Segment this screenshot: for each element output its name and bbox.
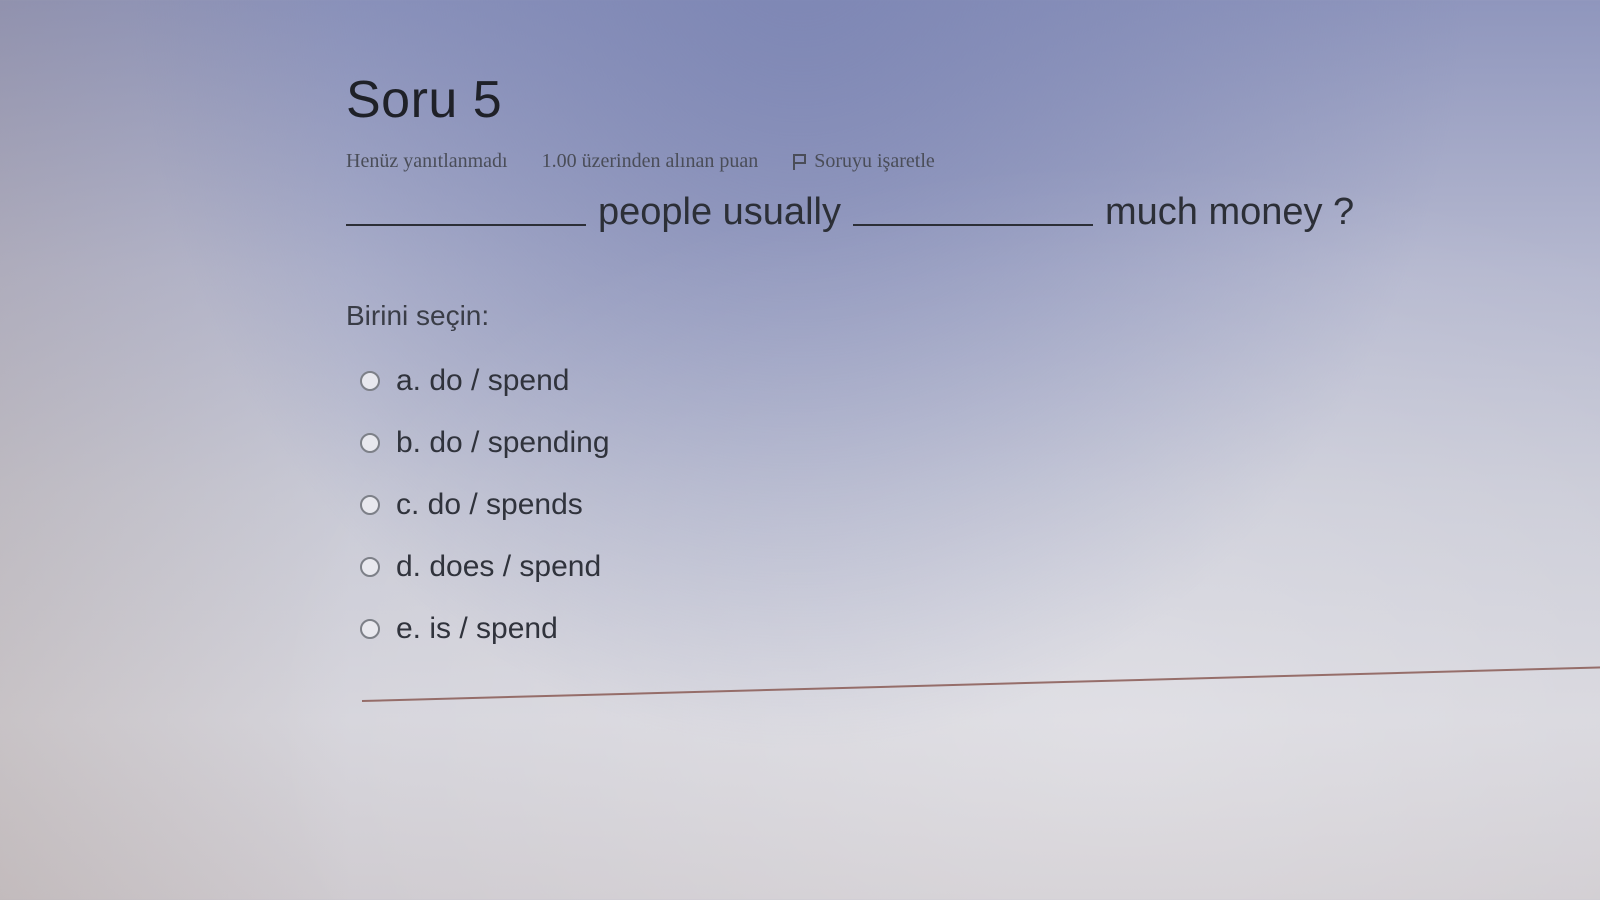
option-c[interactable]: c. do / spends: [360, 474, 1466, 536]
flag-question-label: Soruyu işaretle: [814, 150, 935, 172]
question-info: Henüz yanıtlanmadı 1.00 üzerinden alınan…: [346, 150, 1466, 173]
blank-1: [346, 196, 586, 226]
option-d[interactable]: d. does / spend: [360, 536, 1466, 598]
answer-prompt: Birini seçin:: [346, 300, 490, 331]
question-title: Soru 5: [346, 71, 503, 129]
option-a[interactable]: a. do / spend: [360, 350, 1466, 412]
blank-2: [852, 196, 1093, 226]
option-label: c. do / spends: [396, 488, 583, 521]
question-status: Henüz yanıtlanmadı: [346, 150, 508, 172]
flag-icon: [792, 153, 807, 171]
question-block: Soru 5 Henüz yanıtlanmadı 1.00 üzerinden…: [346, 70, 1466, 660]
radio-button[interactable]: [360, 495, 380, 515]
stem-text-1: people usually: [598, 191, 841, 233]
option-label: e. is / spend: [396, 612, 558, 645]
option-label: a. do / spend: [396, 364, 570, 397]
answer-options: a. do / spend b. do / spending c. do / s…: [360, 350, 1466, 660]
option-label: b. do / spending: [396, 426, 610, 459]
radio-button[interactable]: [360, 557, 380, 577]
question-points: 1.00 üzerinden alınan puan: [541, 150, 759, 172]
stem-text-2: much money ?: [1104, 191, 1355, 233]
option-label: d. does / spend: [396, 550, 602, 583]
radio-button[interactable]: [360, 371, 380, 391]
option-b[interactable]: b. do / spending: [360, 412, 1466, 474]
option-e[interactable]: e. is / spend: [360, 598, 1466, 660]
flag-question-button[interactable]: Soruyu işaretle: [792, 150, 935, 173]
question-stem: people usually much money ?: [346, 191, 1466, 234]
radio-button[interactable]: [360, 619, 380, 639]
section-divider: [361, 665, 1600, 702]
radio-button[interactable]: [360, 433, 380, 453]
